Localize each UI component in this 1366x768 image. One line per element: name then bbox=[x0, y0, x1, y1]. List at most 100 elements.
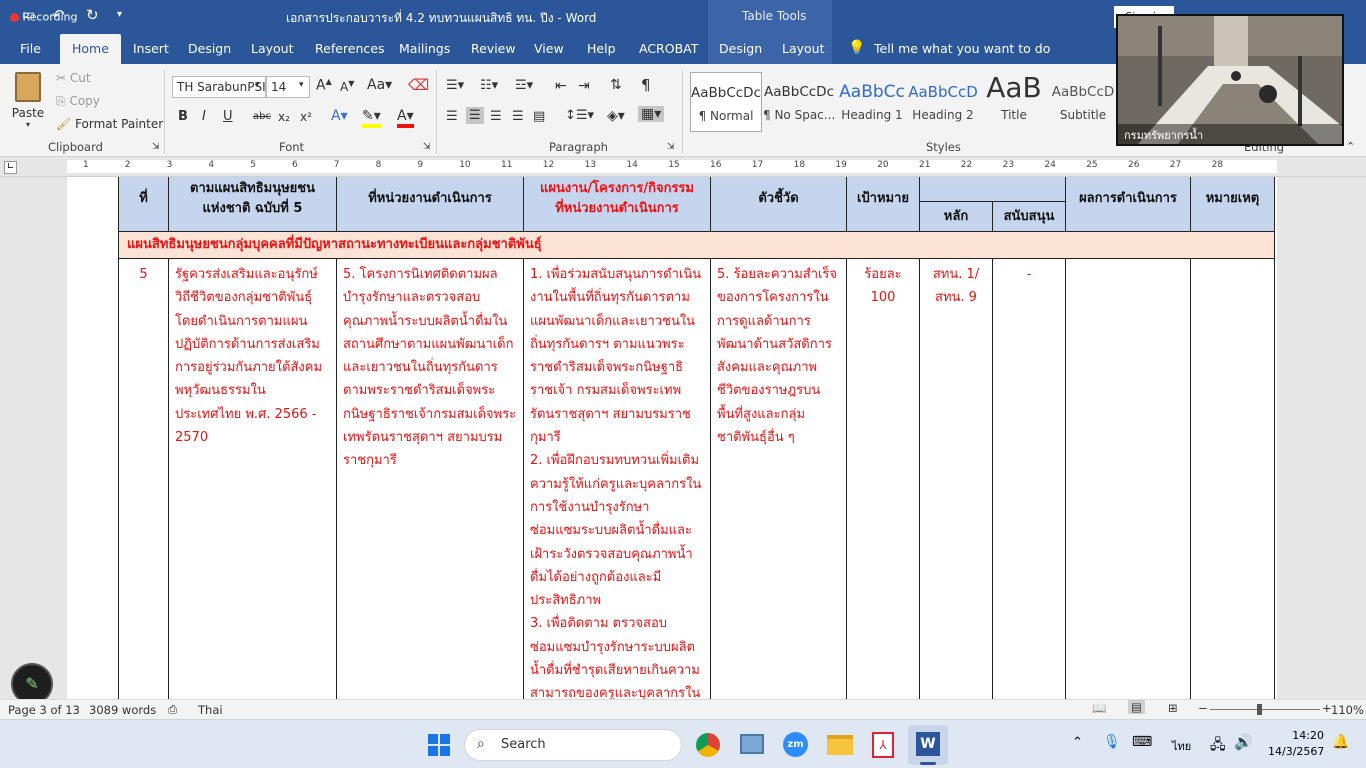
network-icon[interactable]: 🖧 bbox=[1210, 734, 1226, 758]
font-size-dropdown-icon[interactable]: ▾ bbox=[299, 80, 304, 90]
format-painter-button[interactable]: 🖌 Format Painter bbox=[56, 117, 163, 131]
page-count[interactable]: Page 3 of 13 bbox=[8, 703, 80, 717]
shrink-font-icon[interactable]: A▼ bbox=[340, 79, 354, 94]
style-title[interactable]: AaB Title bbox=[978, 72, 1050, 132]
proofing-icon[interactable]: ⎙ bbox=[168, 702, 177, 717]
web-layout-icon[interactable]: ⊞ bbox=[1168, 701, 1178, 715]
notification-icon[interactable]: 🔔 bbox=[1332, 734, 1349, 750]
ruler-tab-selector[interactable]: ∟ bbox=[4, 161, 17, 174]
photos-icon[interactable] bbox=[740, 734, 764, 754]
tab-table-layout[interactable]: Layout bbox=[782, 41, 825, 64]
zoom-app-icon[interactable]: zm bbox=[783, 732, 808, 757]
font-color-icon[interactable]: A▾ bbox=[397, 108, 414, 128]
print-layout-icon[interactable]: ▤ bbox=[1128, 700, 1145, 714]
zoom-slider-thumb[interactable] bbox=[1257, 704, 1262, 715]
zoom-out-icon[interactable]: − bbox=[1198, 701, 1208, 715]
document-page[interactable]: ที่ ตามแผนสิทธิมนุษยชน แห่งชาติ ฉบับที่ … bbox=[67, 177, 1277, 699]
zoom-level[interactable]: 110% bbox=[1331, 703, 1364, 717]
cut-button[interactable]: ✂ Cut bbox=[56, 71, 91, 85]
underline-button[interactable]: U bbox=[223, 109, 233, 124]
clipboard-launcher-icon[interactable]: ⇲ bbox=[152, 142, 160, 152]
volume-icon[interactable]: 🔊 bbox=[1234, 733, 1253, 751]
zoom-slider[interactable] bbox=[1210, 709, 1320, 710]
horizontal-ruler[interactable]: ∟ 1 2 3 4 5 6 7 8 9 10 11 12 13 14 15 16 17 18 19 20 21 22 23 2… bbox=[0, 157, 1366, 177]
redo-icon[interactable]: ↻ bbox=[86, 6, 99, 24]
font-launcher-icon[interactable]: ⇲ bbox=[423, 142, 431, 152]
font-name-select[interactable]: TH SarabunPSI bbox=[172, 76, 266, 98]
copy-button[interactable]: ⎘ Copy bbox=[56, 94, 100, 109]
style-heading-1[interactable]: AaBbCc Heading 1 bbox=[836, 72, 908, 132]
tab-acrobat[interactable]: ACROBAT bbox=[639, 41, 698, 64]
undo-icon[interactable]: ↶ bbox=[52, 6, 65, 24]
paragraph-launcher-icon[interactable]: ⇲ bbox=[667, 142, 675, 152]
tab-insert[interactable]: Insert bbox=[133, 41, 169, 64]
document-table[interactable]: ที่ ตามแผนสิทธิมนุษยชน แห่งชาติ ฉบับที่ … bbox=[118, 177, 1275, 699]
microphone-icon[interactable]: 🎙 bbox=[1103, 734, 1121, 750]
align-right-icon[interactable]: ☰ bbox=[490, 109, 502, 124]
align-center-icon[interactable]: ☰ bbox=[466, 107, 484, 124]
video-call-thumbnail[interactable]: กรมทรัพยากรน้ำ bbox=[1116, 14, 1344, 146]
strikethrough-button[interactable]: abc bbox=[253, 111, 271, 122]
paste-button[interactable]: Paste ▾ bbox=[8, 70, 48, 134]
clear-formatting-icon[interactable]: ⌫ bbox=[408, 76, 429, 94]
acrobat-icon[interactable]: ⅄ bbox=[872, 732, 894, 758]
tab-view[interactable]: View bbox=[534, 41, 564, 64]
numbering-icon[interactable]: ☷▾ bbox=[480, 78, 498, 93]
subscript-button[interactable]: x₂ bbox=[278, 110, 290, 124]
style-normal[interactable]: AaBbCcDc ¶ Normal bbox=[690, 72, 762, 132]
style-heading-2[interactable]: AaBbCcD Heading 2 bbox=[907, 72, 979, 132]
tab-help[interactable]: Help bbox=[587, 41, 616, 64]
tab-table-design[interactable]: Design bbox=[719, 41, 762, 64]
decrease-indent-icon[interactable]: ⇤ bbox=[555, 78, 567, 94]
clock[interactable]: 14:20 14/3/2567 bbox=[1268, 728, 1324, 760]
read-mode-icon[interactable]: 📖 bbox=[1092, 701, 1106, 715]
style-subtitle[interactable]: AaBbCcD Subtitle bbox=[1050, 72, 1116, 132]
borders-icon[interactable]: ▦▾ bbox=[638, 106, 665, 122]
distributed-icon[interactable]: ▤ bbox=[533, 109, 545, 124]
change-case-icon[interactable]: Aa▾ bbox=[367, 77, 392, 93]
tab-layout[interactable]: Layout bbox=[251, 41, 294, 64]
tab-mailings[interactable]: Mailings bbox=[399, 41, 450, 64]
shading-icon[interactable]: ◈▾ bbox=[607, 108, 625, 124]
show-formatting-icon[interactable]: ¶ bbox=[641, 76, 651, 94]
input-language[interactable]: ไทย bbox=[1172, 737, 1191, 755]
style-no-spacing[interactable]: AaBbCcDc ¶ No Spac... bbox=[763, 72, 835, 132]
qat-customize-icon[interactable]: ▾ bbox=[117, 9, 122, 20]
windows-start-icon[interactable] bbox=[428, 734, 450, 756]
italic-button[interactable]: I bbox=[202, 109, 206, 124]
font-name-dropdown-icon[interactable]: ▾ bbox=[255, 80, 260, 90]
bold-button[interactable]: B bbox=[178, 109, 188, 124]
taskbar-search[interactable]: ⌕ Search bbox=[464, 729, 682, 761]
grow-font-icon[interactable]: A▲ bbox=[316, 77, 332, 94]
tab-home[interactable]: Home bbox=[60, 34, 121, 64]
superscript-button[interactable]: x² bbox=[300, 110, 312, 124]
tab-design[interactable]: Design bbox=[188, 41, 231, 64]
multilevel-list-icon[interactable]: ☲▾ bbox=[515, 78, 533, 93]
paragraph-group-label: Paragraph bbox=[549, 140, 608, 154]
sort-icon[interactable]: ⇅ bbox=[610, 77, 622, 93]
bullets-icon[interactable]: ☰▾ bbox=[446, 78, 464, 93]
show-hidden-icons[interactable]: ⌃ bbox=[1072, 735, 1083, 750]
keyboard-icon[interactable]: ⌨ bbox=[1132, 734, 1152, 750]
chrome-icon[interactable] bbox=[696, 733, 720, 757]
tab-references[interactable]: References bbox=[315, 41, 384, 64]
tab-file[interactable]: File bbox=[20, 41, 41, 64]
file-explorer-icon[interactable] bbox=[827, 735, 853, 755]
word-app-icon[interactable]: W bbox=[908, 725, 948, 765]
divider bbox=[436, 70, 437, 154]
pen-tool-button[interactable]: ✎ bbox=[11, 663, 53, 699]
save-icon[interactable]: ▭ bbox=[22, 7, 35, 23]
text-effects-icon[interactable]: A▾ bbox=[331, 108, 348, 124]
justify-icon[interactable]: ☰ bbox=[512, 109, 524, 124]
align-left-icon[interactable]: ☰ bbox=[446, 109, 458, 124]
tab-review[interactable]: Review bbox=[471, 41, 516, 64]
collapse-ribbon-icon[interactable]: ⌃ bbox=[1346, 140, 1355, 153]
word-count[interactable]: 3089 words bbox=[89, 703, 156, 717]
line-spacing-icon[interactable]: ↕☰▾ bbox=[565, 108, 594, 123]
highlight-icon[interactable]: ✎▾ bbox=[362, 108, 381, 128]
tell-me-search[interactable]: Tell me what you want to do bbox=[874, 41, 1050, 64]
header-activity-line1: แผนงาน/โครงการ/กิจกรรม bbox=[540, 180, 694, 196]
language-indicator[interactable]: Thai bbox=[198, 703, 223, 717]
document-area[interactable]: ที่ ตามแผนสิทธิมนุษยชน แห่งชาติ ฉบับที่ … bbox=[0, 177, 1366, 699]
increase-indent-icon[interactable]: ⇥ bbox=[578, 78, 590, 94]
